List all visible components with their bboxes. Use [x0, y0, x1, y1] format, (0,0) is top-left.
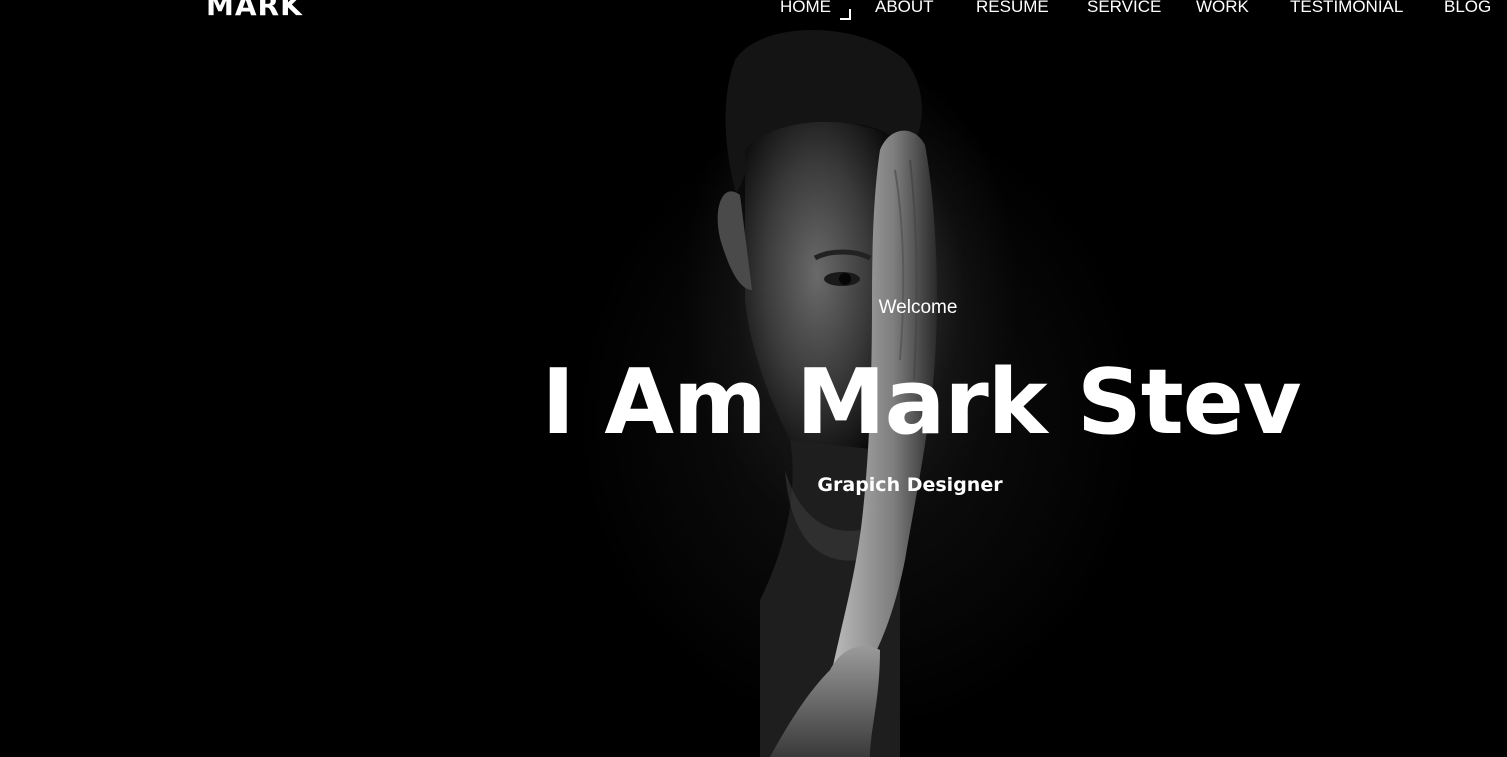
active-indicator-corner-bottom [840, 9, 851, 20]
nav-item-resume[interactable]: RESUME [976, 0, 1049, 17]
nav-item-home[interactable]: HOME [780, 0, 831, 17]
hero-headline: I Am Mark Stev [541, 350, 1302, 455]
main-navigation: HOME ABOUT RESUME SERVICE WORK TESTIMONI… [0, 0, 1507, 21]
hero-welcome-text: Welcome [878, 297, 958, 318]
nav-item-work[interactable]: WORK [1196, 0, 1249, 17]
hero-section: MARK HOME ABOUT RESUME SERVICE WORK TEST… [0, 0, 1507, 757]
nav-item-about[interactable]: ABOUT [875, 0, 934, 17]
hero-subtitle: Grapich Designer [817, 474, 1003, 496]
nav-item-blog[interactable]: BLOG [1444, 0, 1491, 17]
nav-item-testimonial[interactable]: TESTIMONIAL [1290, 0, 1403, 17]
nav-item-service[interactable]: SERVICE [1087, 0, 1161, 17]
